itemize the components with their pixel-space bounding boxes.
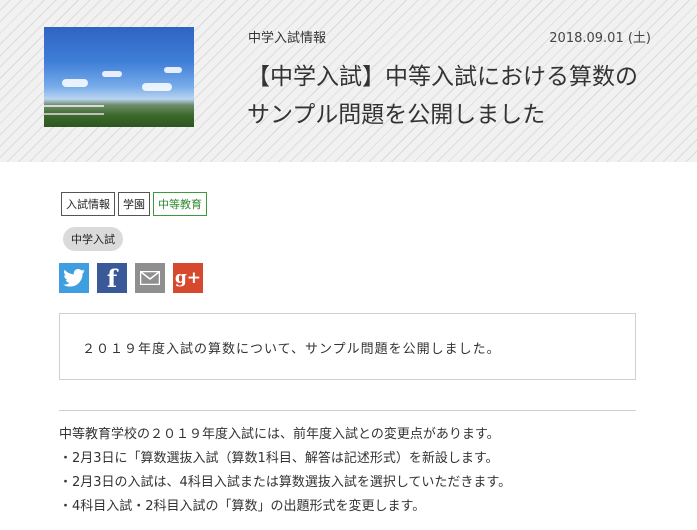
- body-bullet: ・4科目入試・2科目入試の「算数」の出題形式を変更します。: [59, 499, 426, 514]
- post-category[interactable]: 中学入試情報: [248, 27, 326, 46]
- google-plus-share-button[interactable]: g+: [173, 263, 203, 293]
- mail-icon: [140, 271, 160, 285]
- post-thumbnail-image[interactable]: [44, 27, 194, 127]
- tag-gakuen[interactable]: 学園: [118, 192, 150, 216]
- twitter-share-button[interactable]: [59, 263, 89, 293]
- tag-nyushi-joho[interactable]: 入試情報: [61, 192, 115, 216]
- body-bullet: ・2月3日の入試は、4科目入試または算数選抜入試を選択していただきます。: [59, 475, 512, 490]
- facebook-icon: f: [106, 263, 118, 293]
- page-title: 【中学入試】中等入試における算数のサンプル問題を公開しました: [247, 64, 638, 128]
- google-plus-icon: g+: [174, 268, 202, 288]
- body-paragraph: 中等教育学校の２０１９年度入試には、前年度入試との変更点があります。: [59, 427, 500, 442]
- article-body: 中等教育学校の２０１９年度入試には、前年度入試との変更点があります。 ・2月3日…: [59, 423, 659, 519]
- share-buttons: f g+: [59, 263, 203, 293]
- post-header: 中学入試情報 2018.09.01 (土) 【中学入試】中等入試における算数のサ…: [0, 0, 697, 162]
- mail-share-button[interactable]: [135, 263, 165, 293]
- tag-chuto-kyoiku[interactable]: 中等教育: [153, 192, 207, 216]
- facebook-share-button[interactable]: f: [97, 263, 127, 293]
- divider: [59, 410, 636, 411]
- tag-list: 入試情報 学園 中等教育: [61, 192, 207, 216]
- lead-text: ２０１９年度入試の算数について、サンプル問題を公開しました。: [82, 342, 501, 357]
- post-date: 2018.09.01 (土): [549, 31, 651, 46]
- twitter-icon: [63, 269, 85, 287]
- lead-summary-box: ２０１９年度入試の算数について、サンプル問題を公開しました。: [59, 313, 636, 380]
- body-bullet: ・2月3日に「算数選抜入試（算数1科目、解答は記述形式）を新設します。: [59, 451, 499, 466]
- tag-chugaku-nyushi[interactable]: 中学入試: [63, 227, 123, 251]
